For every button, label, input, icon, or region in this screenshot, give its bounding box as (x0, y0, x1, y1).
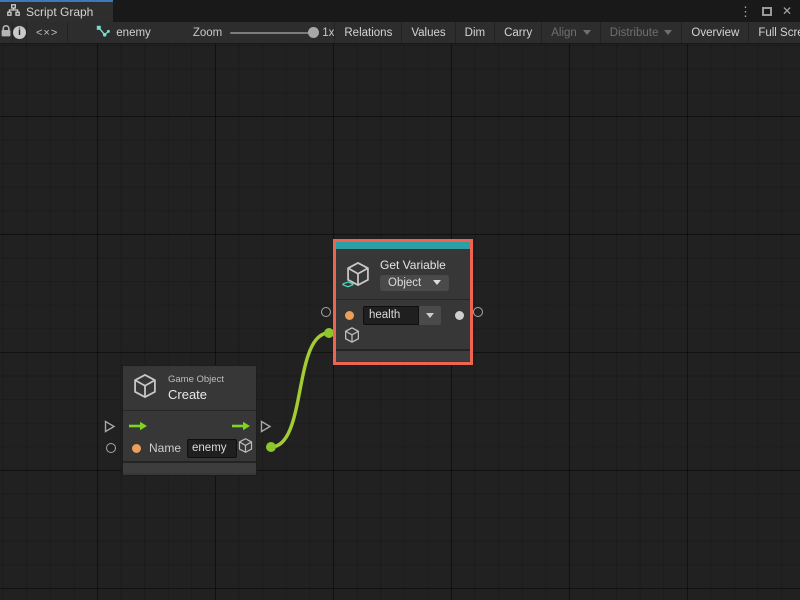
overview-button[interactable]: Overview (681, 22, 748, 43)
node-title: Create (168, 387, 224, 402)
graph-name: enemy (116, 27, 151, 39)
graph-icon (96, 25, 110, 41)
values-button[interactable]: Values (401, 22, 454, 43)
full-screen-button[interactable]: Full Screen (748, 22, 800, 43)
wire-start-dot[interactable] (266, 442, 276, 452)
variable-scope-dropdown[interactable]: Object (380, 275, 449, 291)
gameobject-input-cube-icon[interactable] (343, 326, 361, 349)
chevron-down-icon (426, 313, 434, 318)
zoom-label: Zoom (193, 27, 222, 39)
toolbar-buttons: Relations Values Dim Carry Align Distrib… (334, 22, 800, 43)
name-label: Name (149, 441, 181, 455)
code-preview-icon: <×> (36, 27, 58, 39)
node-footer (336, 349, 470, 361)
zoom-control: Zoom 1x (193, 22, 335, 43)
lock-icon (0, 24, 12, 41)
connection-wire[interactable] (271, 333, 329, 447)
window-menu-icon[interactable]: ⋮ (739, 5, 752, 18)
node-footer (123, 461, 256, 473)
graph-toolbar: i <×> enemy Zoom 1x (0, 22, 800, 44)
flow-output-port-marker[interactable] (260, 420, 272, 438)
name-row: Name (123, 435, 256, 461)
get-variable-body (336, 300, 470, 349)
close-icon[interactable]: ✕ (782, 5, 792, 17)
window-controls: ⋮ ✕ (739, 0, 800, 22)
gameobject-output-cube-icon[interactable] (237, 437, 254, 459)
zoom-slider-handle[interactable] (308, 27, 319, 38)
script-graph-window: Script Graph ⋮ ✕ i <×> (0, 0, 800, 600)
graph-breadcrumb[interactable]: enemy (90, 22, 157, 43)
flow-row (123, 411, 256, 435)
name-value-port[interactable] (132, 444, 141, 453)
variable-angle-brackets-icon: <> (342, 279, 353, 291)
variable-name-port[interactable] (345, 311, 354, 320)
create-header: Game Object Create (123, 366, 256, 410)
carry-button[interactable]: Carry (494, 22, 541, 43)
value-output-port-marker[interactable] (473, 307, 483, 317)
node-supertitle: Game Object (168, 374, 224, 385)
lock-button[interactable] (0, 22, 13, 43)
chevron-down-icon (583, 30, 591, 35)
info-icon: i (13, 26, 26, 39)
code-preview-button[interactable]: <×> (27, 22, 68, 43)
flow-output-arrow-icon[interactable] (231, 418, 251, 436)
gameobject-cube-icon (131, 372, 159, 405)
variable-name-input[interactable] (363, 306, 419, 325)
flow-input-port-marker[interactable] (104, 420, 116, 438)
tab-label: Script Graph (26, 5, 93, 19)
relations-button[interactable]: Relations (334, 22, 401, 43)
variable-header-strip (336, 242, 470, 249)
chevron-down-icon (664, 30, 672, 35)
distribute-dropdown-button[interactable]: Distribute (600, 22, 682, 43)
node-title: Get Variable (380, 258, 449, 272)
value-output-port[interactable] (455, 311, 464, 320)
name-input[interactable] (187, 439, 237, 458)
info-button[interactable]: i (13, 22, 27, 43)
name-input-port-marker[interactable] (106, 443, 116, 453)
chevron-down-icon (433, 280, 441, 285)
variable-cube-icon: <> (344, 260, 372, 288)
tab-bar: Script Graph ⋮ ✕ (0, 0, 800, 22)
dim-button[interactable]: Dim (455, 22, 494, 43)
zoom-value: 1x (322, 27, 334, 39)
maximize-icon[interactable] (762, 7, 772, 16)
graph-canvas[interactable]: <> Get Variable Object (0, 44, 800, 600)
zoom-slider[interactable] (230, 32, 314, 34)
hierarchy-icon (7, 3, 20, 21)
get-variable-header: <> Get Variable Object (336, 249, 470, 299)
variable-input-port-marker[interactable] (321, 307, 331, 317)
get-variable-node[interactable]: <> Get Variable Object (333, 239, 473, 365)
align-dropdown-button[interactable]: Align (541, 22, 600, 43)
tab-script-graph[interactable]: Script Graph (0, 0, 113, 22)
flow-input-arrow-icon[interactable] (128, 418, 148, 436)
create-node[interactable]: Game Object Create (122, 365, 257, 476)
variable-name-dropdown[interactable] (419, 306, 441, 325)
